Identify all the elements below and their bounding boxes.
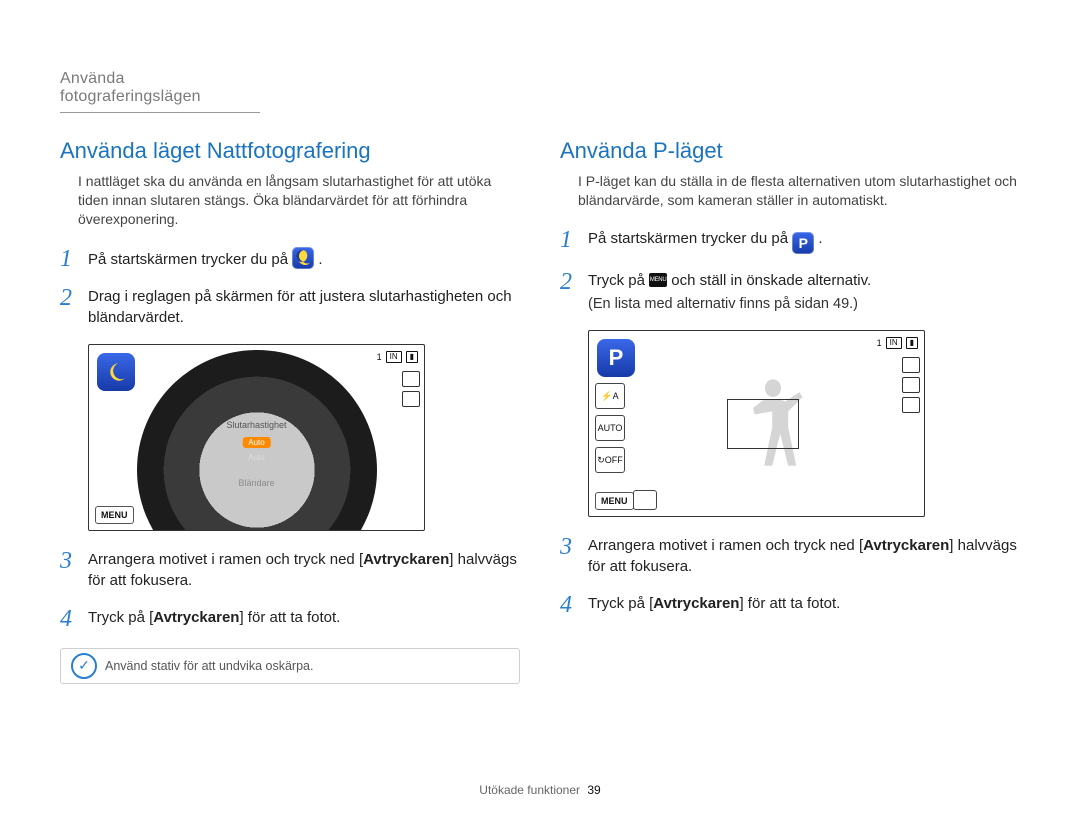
shot-status-bar: 1 IN ▮ <box>877 337 918 349</box>
menu-button: MENU <box>95 506 134 524</box>
footer-label: Utökade funktioner <box>479 783 580 797</box>
side-icon <box>902 377 920 393</box>
step-2: Drag i reglagen på skärmen för att juste… <box>60 286 520 328</box>
intro-p: I P-läget kan du ställa in de flesta alt… <box>578 172 1020 210</box>
shutter-bold: Avtryckaren <box>153 609 239 626</box>
left-column: Använda läget Nattfotografering I nattlä… <box>60 138 520 684</box>
side-icon <box>902 397 920 413</box>
step-text: På startskärmen trycker du på <box>88 251 292 268</box>
dial-auto-pill: Auto <box>242 437 270 448</box>
step-text: På startskärmen trycker du på <box>588 230 792 247</box>
in-badge: IN <box>386 351 402 363</box>
step-subtext: (En lista med alternativ finns på sidan … <box>588 294 1020 314</box>
step-3: Arrangera motivet i ramen och tryck ned … <box>60 549 520 591</box>
note-box: ✓ Använd stativ för att undvika oskärpa. <box>60 648 520 684</box>
step-text-post: . <box>818 230 822 247</box>
page-footer: Utökade funktioner 39 <box>0 783 1080 797</box>
step-text: Tryck på [ <box>88 609 153 626</box>
focus-auto-icon: AUTO <box>595 415 625 441</box>
battery-icon: ▮ <box>906 337 918 349</box>
shutter-bold: Avtryckaren <box>653 595 739 612</box>
shutter-bold: Avtryckaren <box>363 551 449 568</box>
right-side-icons <box>402 371 420 407</box>
two-column-layout: Använda läget Nattfotografering I nattlä… <box>60 138 1020 684</box>
step-text: och ställ in önskade alternativ. <box>671 272 871 289</box>
menu-icon <box>649 273 667 287</box>
counter: 1 <box>877 338 882 348</box>
info-icon: ✓ <box>71 653 97 679</box>
night-mode-icon <box>97 353 135 391</box>
p-screenshot: P ⚡A AUTO ↻OFF 1 IN ▮ <box>588 330 925 517</box>
manual-page: Använda fotograferingslägen Använda läge… <box>0 0 1080 815</box>
steps-p: På startskärmen trycker du på P . Tryck … <box>560 228 1020 314</box>
right-column: Använda P-läget I P-läget kan du ställa … <box>560 138 1020 684</box>
breadcrumb: Använda fotograferingslägen <box>60 70 260 113</box>
step-text: Tryck på [ <box>588 595 653 612</box>
side-icon <box>902 357 920 373</box>
steps-p-cont: Arrangera motivet i ramen och tryck ned … <box>560 535 1020 614</box>
step-2: Tryck på och ställ in önskade alternativ… <box>560 270 1020 314</box>
menu-button: MENU <box>595 492 634 510</box>
night-mode-icon <box>292 247 314 269</box>
in-badge: IN <box>886 337 902 349</box>
shot-status-bar: 1 IN ▮ <box>377 351 418 363</box>
right-side-icons <box>902 357 920 413</box>
page-number: 39 <box>587 783 600 797</box>
steps-night: På startskärmen trycker du på . Drag i r… <box>60 247 520 328</box>
shutter-bold: Avtryckaren <box>863 537 949 554</box>
focus-frame <box>727 399 799 449</box>
step-text: Tryck på <box>588 272 649 289</box>
side-icon <box>402 371 420 387</box>
intro-night: I nattläget ska du använda en långsam sl… <box>78 172 520 229</box>
step-4: Tryck på [Avtryckaren] för att ta fotot. <box>560 593 1020 614</box>
dial-label-aperture: Bländare <box>238 478 274 488</box>
steps-night-cont: Arrangera motivet i ramen och tryck ned … <box>60 549 520 628</box>
step-1: På startskärmen trycker du på . <box>60 247 520 270</box>
step-text-post: . <box>318 251 322 268</box>
left-side-icons: ⚡A AUTO ↻OFF <box>595 383 625 473</box>
p-mode-icon: P <box>597 339 635 377</box>
step-text: ] för att ta fotot. <box>239 609 340 626</box>
step-text: ] för att ta fotot. <box>739 595 840 612</box>
step-text: Arrangera motivet i ramen och tryck ned … <box>588 537 863 554</box>
section-title-night: Använda läget Nattfotografering <box>60 138 520 164</box>
section-title-p: Använda P-läget <box>560 138 1020 164</box>
p-mode-icon: P <box>792 232 814 254</box>
flash-auto-icon: ⚡A <box>595 383 625 409</box>
step-4: Tryck på [Avtryckaren] för att ta fotot. <box>60 607 520 628</box>
timer-off-icon: ↻OFF <box>595 447 625 473</box>
dial-label-shutter: Slutarhastighet <box>226 420 286 430</box>
note-text: Använd stativ för att undvika oskärpa. <box>105 659 313 673</box>
counter: 1 <box>377 352 382 362</box>
display-toggle-icon <box>633 490 657 510</box>
step-3: Arrangera motivet i ramen och tryck ned … <box>560 535 1020 577</box>
side-icon <box>402 391 420 407</box>
night-screenshot: 1 IN ▮ Slutarhastighet Auto Auto Blän <box>88 344 425 531</box>
battery-icon: ▮ <box>406 351 418 363</box>
step-1: På startskärmen trycker du på P . <box>560 228 1020 254</box>
dial-auto-text: Auto <box>248 453 264 462</box>
step-text: Arrangera motivet i ramen och tryck ned … <box>88 551 363 568</box>
